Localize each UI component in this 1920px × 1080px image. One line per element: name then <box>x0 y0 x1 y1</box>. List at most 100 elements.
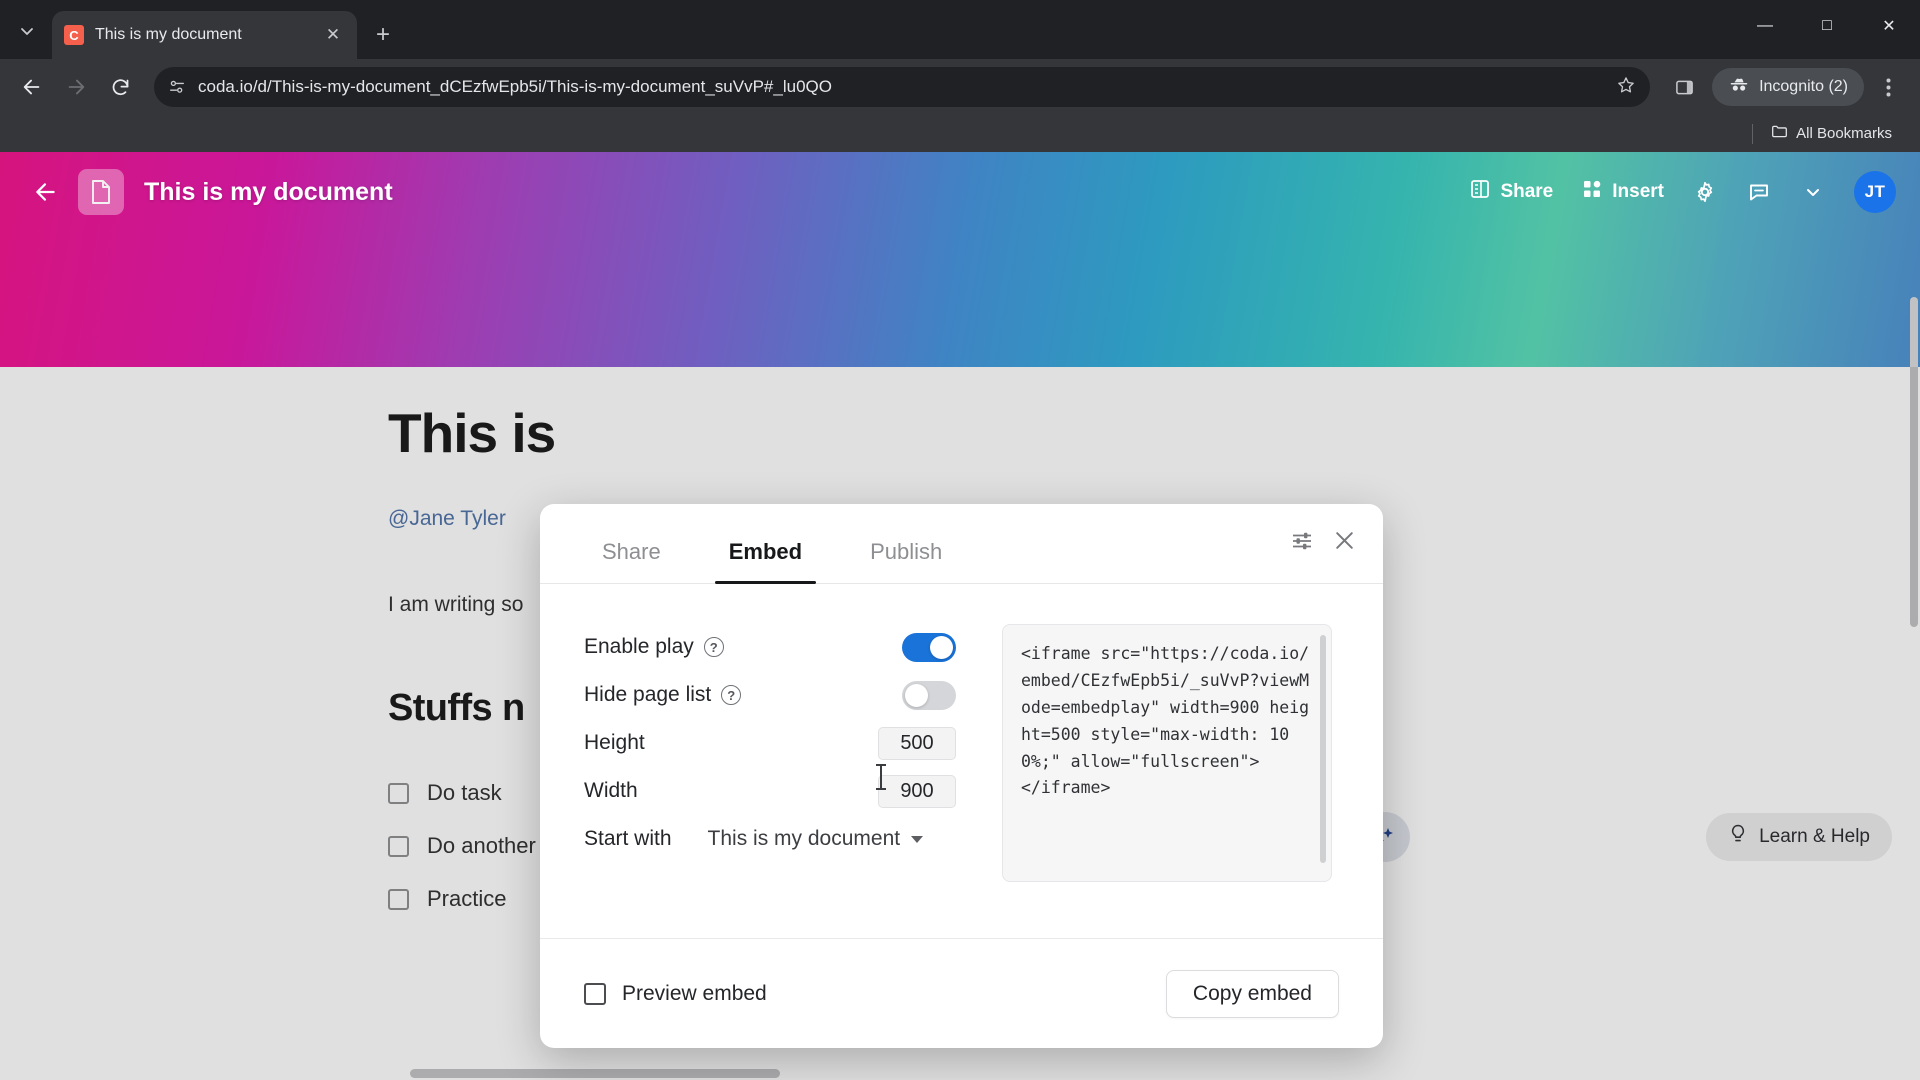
height-row: Height 500 <box>584 720 956 766</box>
side-panel-icon[interactable] <box>1664 67 1704 107</box>
start-with-row: Start with This is my document <box>584 816 956 862</box>
url-text: coda.io/d/This-is-my-document_dCEzfwEpb5… <box>198 77 832 96</box>
start-with-dropdown[interactable]: This is my document <box>708 827 924 851</box>
maximize-button[interactable]: □ <box>1796 0 1858 52</box>
window-controls: — □ ✕ <box>1734 0 1920 52</box>
settings-button[interactable] <box>1686 173 1724 211</box>
grid-insert-icon <box>1581 178 1603 206</box>
enable-play-label-group: Enable play ? <box>584 635 724 659</box>
folder-icon <box>1771 123 1788 144</box>
embed-code-text: <iframe src="https://coda.io/embed/CEzfw… <box>1021 644 1310 798</box>
back-button[interactable] <box>12 67 52 107</box>
text-cursor <box>876 764 886 790</box>
hide-page-list-row: Hide page list ? <box>584 672 956 718</box>
minimize-button[interactable]: — <box>1734 0 1796 52</box>
enable-play-row: Enable play ? <box>584 624 956 670</box>
insert-label: Insert <box>1612 181 1664 202</box>
share-label: Share <box>1500 181 1554 202</box>
embed-code-column: <iframe src="https://coda.io/embed/CEzfw… <box>1002 624 1339 938</box>
tab-share[interactable]: Share <box>588 539 675 583</box>
insert-button[interactable]: Insert <box>1575 172 1670 212</box>
address-bar[interactable]: coda.io/d/This-is-my-document_dCEzfwEpb5… <box>154 67 1651 107</box>
tab-embed[interactable]: Embed <box>714 539 817 584</box>
incognito-profile-button[interactable]: Incognito (2) <box>1712 68 1864 106</box>
tab-close-icon[interactable]: ✕ <box>321 23 345 47</box>
sliders-icon[interactable] <box>1290 529 1314 553</box>
tab-title: This is my document <box>95 26 242 43</box>
comment-icon <box>1750 184 1768 201</box>
question-mark-icon[interactable]: ? <box>703 637 724 657</box>
toggle-knob <box>905 683 928 707</box>
new-tab-button[interactable]: + <box>365 17 401 53</box>
modal-tab-bar: Share Embed Publish <box>540 504 1383 584</box>
three-dot-menu-icon[interactable] <box>1868 67 1908 107</box>
browser-tab[interactable]: C This is my document ✕ <box>52 11 357 59</box>
forward-arrow-icon <box>68 79 85 95</box>
gear-icon <box>1697 181 1713 203</box>
height-control: 500 <box>878 726 956 760</box>
bookmarks-separator <box>1752 123 1754 144</box>
all-bookmarks-label: All Bookmarks <box>1796 125 1892 142</box>
tab-publish[interactable]: Publish <box>856 539 956 583</box>
width-control: 900 <box>878 774 956 808</box>
hide-page-list-control <box>902 680 956 710</box>
modal-body: Enable play ? Hide page list ? Height 50… <box>540 584 1383 938</box>
site-settings-icon[interactable] <box>168 78 186 96</box>
share-button[interactable]: Share <box>1463 172 1559 212</box>
bookmarks-bar: All Bookmarks <box>0 115 1920 152</box>
start-with-label: Start with <box>584 827 672 850</box>
document-title[interactable]: This is my document <box>144 178 393 207</box>
hide-page-list-label-group: Hide page list ? <box>584 683 742 707</box>
tab-search-button[interactable] <box>6 10 48 52</box>
coda-favicon-icon: C <box>64 25 84 45</box>
hide-page-list-label: Hide page list <box>584 683 712 706</box>
user-avatar[interactable]: JT <box>1854 171 1896 213</box>
width-row: Width 900 <box>584 768 956 814</box>
comment-button[interactable] <box>1740 173 1778 211</box>
doc-back-button[interactable] <box>24 170 68 214</box>
modal-footer: Preview embed Copy embed <box>540 938 1383 1048</box>
chevron-down-icon <box>21 28 33 35</box>
tab-strip: C This is my document ✕ + — □ ✕ <box>0 0 1920 59</box>
embed-share-modal: Share Embed Publish Enable play ? Hide p… <box>540 504 1383 1048</box>
browser-toolbar: coda.io/d/This-is-my-document_dCEzfwEpb5… <box>0 59 1920 115</box>
enable-play-label: Enable play <box>584 635 694 658</box>
width-input[interactable]: 900 <box>878 774 956 808</box>
forward-button[interactable] <box>56 67 96 107</box>
toggle-knob <box>930 635 953 659</box>
preview-embed-label: Preview embed <box>622 981 767 1005</box>
incognito-icon <box>1728 74 1750 101</box>
all-bookmarks-button[interactable]: All Bookmarks <box>1763 119 1900 148</box>
height-input[interactable]: 500 <box>878 726 956 760</box>
star-icon[interactable] <box>1616 75 1636 100</box>
embed-code-box[interactable]: <iframe src="https://coda.io/embed/CEzfw… <box>1002 624 1332 882</box>
preview-embed-row[interactable]: Preview embed <box>584 982 767 1006</box>
modal-top-icons <box>1290 528 1357 553</box>
browser-window: C This is my document ✕ + — □ ✕ coda.io/… <box>0 0 1920 1080</box>
reload-icon <box>112 78 128 95</box>
preview-embed-checkbox[interactable] <box>584 982 606 1005</box>
width-label: Width <box>584 779 638 802</box>
hide-page-list-toggle[interactable] <box>902 680 956 710</box>
back-arrow-icon <box>36 183 55 201</box>
copy-embed-button[interactable]: Copy embed <box>1165 969 1339 1018</box>
chevron-down-icon <box>1807 189 1819 196</box>
enable-play-toggle[interactable] <box>902 632 956 662</box>
embed-settings-column: Enable play ? Hide page list ? Height 50… <box>584 624 956 938</box>
page-viewport: This is my document Share Insert JT This… <box>0 152 1920 1080</box>
start-with-value: This is my document <box>707 827 901 850</box>
reload-button[interactable] <box>100 67 140 107</box>
document-header-actions: Share Insert JT <box>1463 171 1896 213</box>
document-page-icon[interactable] <box>78 169 124 215</box>
question-mark-icon[interactable]: ? <box>721 685 742 705</box>
share-icon <box>1469 178 1491 206</box>
height-label: Height <box>584 731 645 754</box>
document-header: This is my document Share Insert JT <box>0 152 1920 232</box>
incognito-label: Incognito (2) <box>1759 78 1848 95</box>
more-options-button[interactable] <box>1794 173 1832 211</box>
code-scrollbar-thumb[interactable] <box>1320 635 1326 863</box>
back-arrow-icon <box>23 79 40 95</box>
caret-down-icon <box>911 835 924 843</box>
close-window-button[interactable]: ✕ <box>1858 0 1920 52</box>
close-icon[interactable] <box>1332 528 1357 553</box>
